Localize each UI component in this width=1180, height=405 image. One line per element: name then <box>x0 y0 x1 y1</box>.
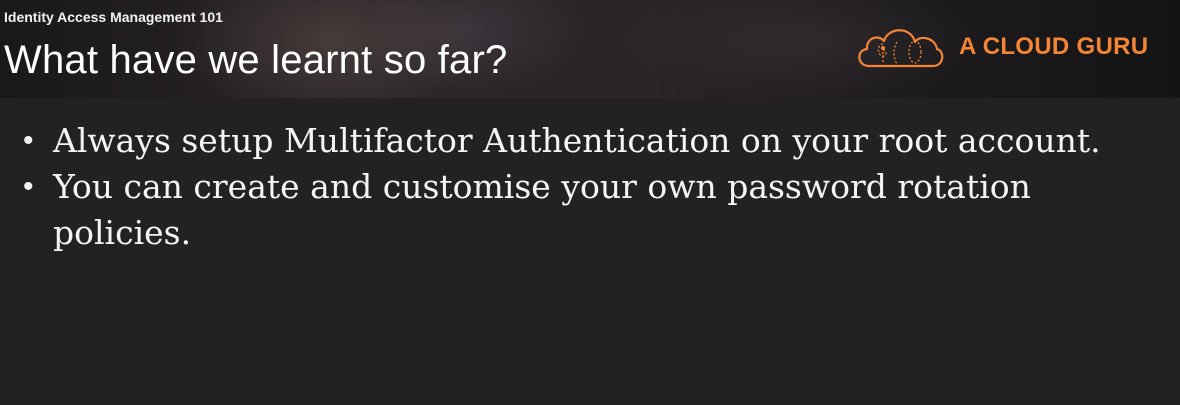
slide-title: What have we learnt so far? <box>4 38 508 82</box>
bullet-text: Always setup Multifactor Authentication … <box>53 121 1101 160</box>
course-title: Identity Access Management 101 <box>4 9 223 25</box>
logo-text: A CLOUD GURU <box>959 33 1149 60</box>
brand-logo: A CLOUD GURU <box>853 22 1148 72</box>
bullet-item: • You can create and customise your own … <box>22 164 1162 256</box>
bullet-item: • Always setup Multifactor Authenticatio… <box>22 118 1162 164</box>
cloud-icon <box>858 29 944 68</box>
slide-header: Identity Access Management 101 What have… <box>0 0 1180 98</box>
bullet-list: • Always setup Multifactor Authenticatio… <box>22 118 1162 256</box>
bullet-dot-icon: • <box>23 170 34 203</box>
bullet-text: You can create and customise your own pa… <box>53 167 1031 252</box>
bullet-dot-icon: • <box>23 124 34 157</box>
